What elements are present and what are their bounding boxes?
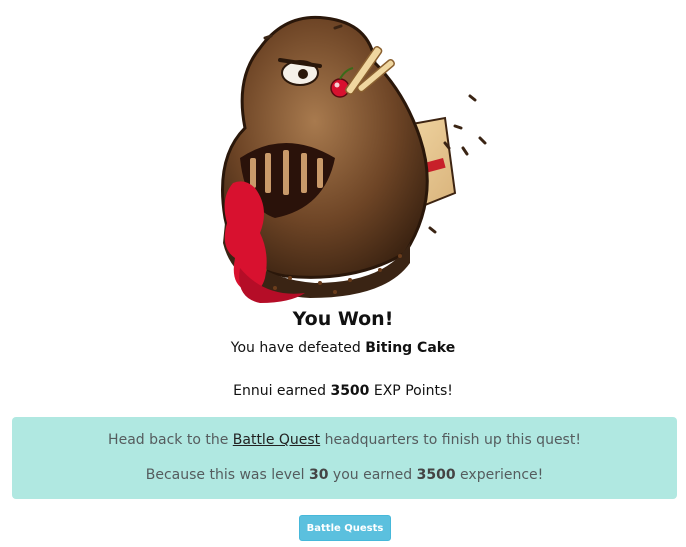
victory-title: You Won! <box>292 308 394 330</box>
exp-points-suffix: EXP Points! <box>373 383 453 399</box>
experience-value: 3500 <box>416 467 456 483</box>
earner-name: Ennui <box>233 383 273 399</box>
earned-word: earned <box>276 383 326 399</box>
defeat-message: You have defeated Biting Cake <box>0 340 686 356</box>
defeat-prefix: You have defeated <box>230 340 361 356</box>
notice-line1-prefix: Head back to the <box>108 432 229 448</box>
notice-line1-suffix: headquarters to finish up this quest! <box>324 432 581 448</box>
biting-cake-monster-image <box>221 15 487 303</box>
battle-quest-link[interactable]: Battle Quest <box>233 432 320 448</box>
exp-points-value: 3500 <box>330 383 370 399</box>
notice-line2-prefix: Because this was level <box>145 467 305 483</box>
notice-line2-suffix: experience! <box>460 467 544 483</box>
battle-quests-button[interactable]: Battle Quests <box>299 515 391 541</box>
monster-name: Biting Cake <box>365 340 456 356</box>
exp-earned-message: Ennui earned 3500 EXP Points! <box>0 383 686 399</box>
quest-notice-panel: Head back to the Battle Quest headquarte… <box>12 417 677 499</box>
notice-line2-mid: you earned <box>332 467 413 483</box>
quest-level-value: 30 <box>308 467 329 483</box>
notice-line-1: Head back to the Battle Quest headquarte… <box>12 432 677 448</box>
notice-line-2: Because this was level 30 you earned 350… <box>12 467 677 483</box>
